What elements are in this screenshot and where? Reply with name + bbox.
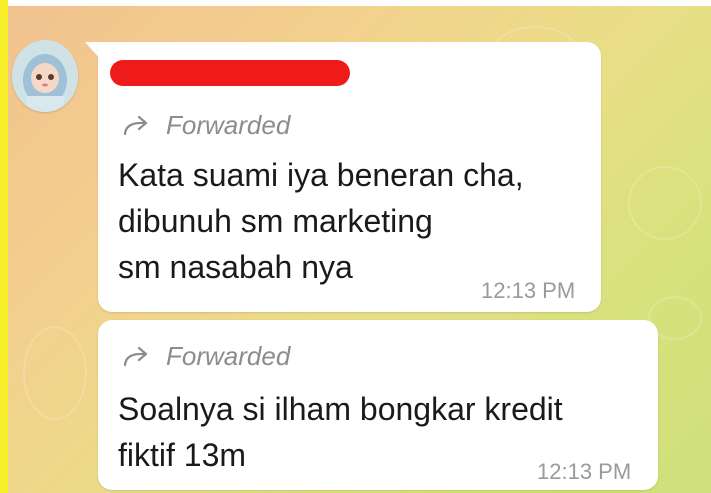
left-edge-strip — [0, 0, 8, 493]
forwarded-label: Forwarded — [166, 110, 291, 140]
sender-name-redacted — [110, 60, 350, 86]
forward-arrow-icon — [123, 115, 148, 135]
message-line: fiktif 13m — [118, 437, 247, 473]
bg-doodle — [628, 166, 702, 240]
forwarded-header: Forwarded — [122, 341, 290, 372]
message-time: 12:13 PM — [481, 278, 576, 303]
forwarded-label: Forwarded — [166, 341, 291, 371]
bg-doodle — [23, 326, 87, 420]
forwarded-header: Forwarded — [122, 110, 290, 141]
avatar-illustration — [12, 40, 78, 112]
message-text: Kata suami iya beneran cha, dibunuh sm m… — [118, 152, 524, 290]
message-line: Soalnya si ilham bongkar kredit — [118, 391, 563, 427]
message-line: sm nasabah nya — [118, 249, 353, 285]
message-time: 12:13 PM — [537, 459, 632, 484]
message-line: Kata suami iya beneran cha, — [118, 157, 524, 193]
message-text: Soalnya si ilham bongkar kredit fiktif 1… — [118, 386, 563, 478]
message-line: dibunuh sm marketing — [118, 203, 433, 239]
avatar[interactable] — [12, 40, 78, 112]
forward-arrow-icon — [123, 346, 148, 366]
